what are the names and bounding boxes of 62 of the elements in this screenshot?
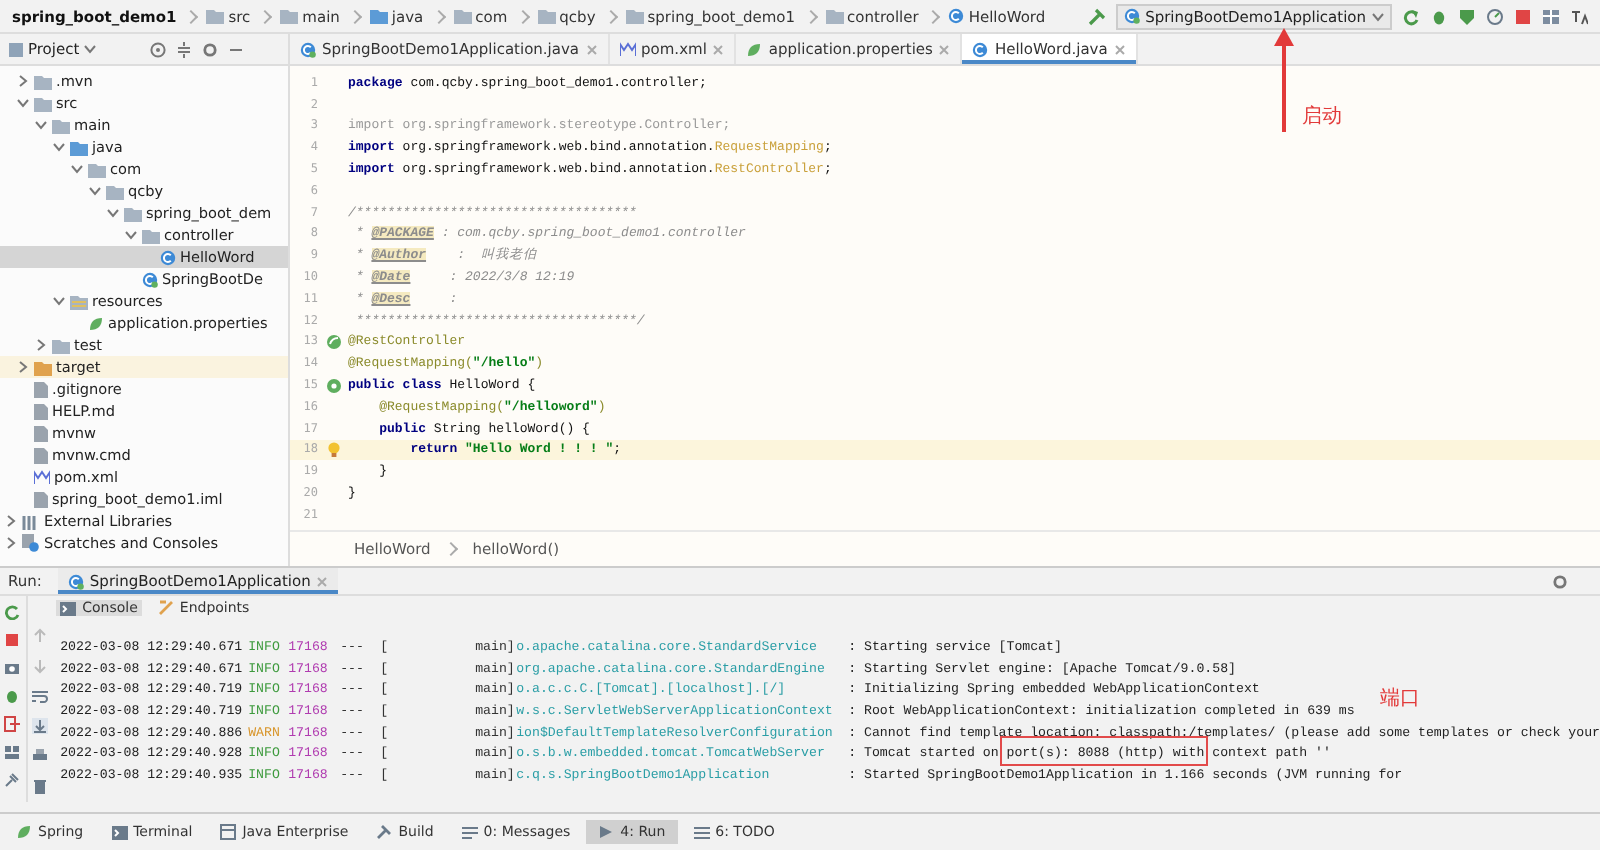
- soft-wrap-icon[interactable]: [31, 688, 48, 704]
- folder-icon: [369, 8, 388, 24]
- bean-icon: [325, 377, 341, 394]
- leaf-icon: [746, 41, 763, 57]
- close-icon[interactable]: [1113, 43, 1126, 55]
- hammer-icon: [376, 824, 393, 840]
- bean-icon: [325, 333, 341, 350]
- hammer-icon[interactable]: [1087, 7, 1106, 25]
- endpoints-icon: [157, 600, 174, 616]
- leaf-icon: [16, 824, 32, 840]
- class-icon: [67, 573, 84, 589]
- stop-icon[interactable]: [1514, 7, 1532, 25]
- scratch-icon: [22, 534, 40, 552]
- maven-file-icon: [619, 41, 636, 57]
- stop-icon[interactable]: [4, 632, 21, 648]
- rerun-icon[interactable]: [4, 604, 21, 620]
- folder-icon: [453, 8, 472, 24]
- terminal-icon: [111, 825, 128, 839]
- library-icon: [22, 513, 40, 529]
- folder-icon: [625, 8, 644, 24]
- folder-icon: [825, 8, 844, 24]
- window-icon: [220, 824, 237, 840]
- caret-icon: [1372, 11, 1384, 21]
- layout-icon[interactable]: [4, 744, 21, 760]
- annotation-label: 启动: [1302, 103, 1342, 130]
- class-icon: [972, 41, 989, 57]
- leaf-icon: [88, 315, 104, 331]
- folder-grid-icon[interactable]: [1542, 7, 1560, 25]
- annotation-label: 端口: [1380, 685, 1420, 712]
- class-icon: [948, 8, 965, 24]
- folder-icon: [206, 8, 225, 24]
- print-icon[interactable]: [31, 748, 48, 764]
- caret-icon: [83, 44, 96, 54]
- run-icon: [598, 824, 615, 840]
- rerun-icon[interactable]: [1402, 7, 1420, 25]
- close-icon[interactable]: [712, 43, 725, 55]
- folder-icon: [70, 293, 88, 309]
- maven-file-icon: [34, 469, 50, 485]
- camera-icon[interactable]: [4, 660, 21, 676]
- trash-icon[interactable]: [31, 778, 48, 794]
- scroll-to-end-icon[interactable]: [31, 718, 48, 734]
- close-icon[interactable]: [585, 43, 598, 55]
- lightbulb-icon[interactable]: [327, 441, 339, 458]
- console-icon: [60, 601, 77, 615]
- list-icon: [693, 825, 710, 839]
- folder-icon: [280, 8, 299, 24]
- gauge-icon[interactable]: [1486, 7, 1504, 25]
- folder-icon: [537, 8, 556, 24]
- target-icon[interactable]: [149, 41, 166, 57]
- arrow-annotation: [1272, 28, 1296, 132]
- class-icon: [300, 41, 316, 57]
- collapse-all-icon[interactable]: [175, 41, 192, 57]
- close-icon[interactable]: [938, 43, 951, 55]
- file-icon: [34, 491, 48, 507]
- class-icon: [160, 249, 176, 265]
- class-icon: [1123, 8, 1140, 24]
- panel-icon: [8, 41, 24, 57]
- shield-icon[interactable]: [1458, 7, 1476, 25]
- translate-icon[interactable]: [1570, 7, 1588, 25]
- exit-icon[interactable]: [4, 716, 21, 732]
- class-icon: [142, 271, 158, 287]
- lines-icon: [461, 825, 478, 839]
